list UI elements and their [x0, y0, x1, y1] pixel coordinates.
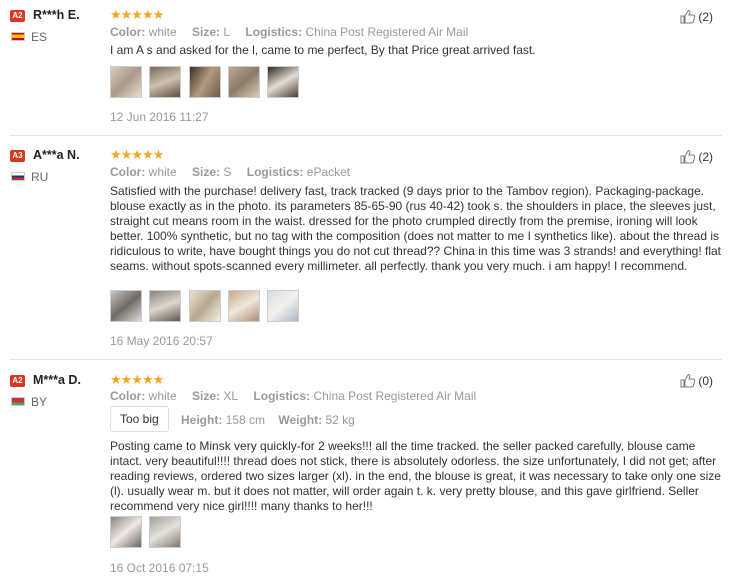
review-photos [110, 516, 185, 550]
weight-label: Weight: [278, 413, 323, 427]
review-date: 16 Oct 2016 07:15 [110, 561, 209, 575]
reviewer-name: M***a D. [33, 373, 81, 387]
review-photos [110, 290, 303, 324]
buyer-level-badge: A2 [10, 375, 25, 387]
buyer-level-badge: A3 [10, 150, 25, 162]
flag-icon [11, 172, 25, 181]
color-value: white [148, 25, 177, 39]
review-date: 12 Jun 2016 11:27 [110, 110, 209, 124]
size-label: Size: [192, 25, 221, 39]
fit-tag: Too big [110, 406, 169, 432]
helpful-button[interactable]: (0) [680, 373, 713, 388]
color-label: Color: [110, 165, 146, 179]
reviewer-country: ES [31, 30, 48, 44]
review-text: Satisfied with the purchase! delivery fa… [110, 184, 722, 273]
height-label: Height: [181, 413, 223, 427]
rating-stars: ★★★★★ [110, 147, 164, 162]
review-photo[interactable] [110, 516, 142, 548]
logistics-label: Logistics: [253, 389, 311, 403]
review-date: 16 May 2016 20:57 [110, 334, 213, 348]
color-label: Color: [110, 25, 146, 39]
flag-icon [11, 397, 25, 406]
height-value: 158 cm [225, 413, 266, 427]
helpful-button[interactable]: (2) [680, 9, 713, 24]
reviewer-name: R***h E. [33, 8, 80, 22]
review-divider [10, 135, 722, 136]
reviewer-name: A***a N. [33, 148, 80, 162]
review-photo[interactable] [188, 290, 221, 322]
logistics-value: China Post Registered Air Mail [313, 389, 477, 403]
review-photo[interactable] [149, 290, 182, 322]
size-value: L [223, 25, 231, 39]
helpful-count: (2) [698, 10, 713, 24]
size-value: XL [223, 389, 239, 403]
order-attributes: Color: white Size: S Logistics: ePacket [110, 165, 362, 179]
order-attributes: Color: white Size: L Logistics: China Po… [110, 25, 480, 39]
order-attributes: Color: white Size: XL Logistics: China P… [110, 389, 488, 403]
thumbs-up-icon [680, 149, 696, 164]
review-photo[interactable] [110, 66, 142, 98]
color-value: white [148, 165, 177, 179]
rating-stars: ★★★★★ [110, 372, 164, 387]
size-value: S [223, 165, 232, 179]
logistics-label: Logistics: [245, 25, 303, 39]
thumbs-up-icon [680, 9, 696, 24]
color-label: Color: [110, 389, 146, 403]
helpful-count: (0) [698, 374, 713, 388]
rating-stars: ★★★★★ [110, 7, 164, 22]
review-text: Posting came to Minsk very quickly-for 2… [110, 439, 721, 513]
size-label: Size: [192, 165, 221, 179]
review-photo[interactable] [149, 516, 182, 548]
review-photo[interactable] [149, 66, 182, 98]
review-photo[interactable] [267, 66, 300, 98]
review-photos [110, 66, 303, 100]
buyer-level-badge: A2 [10, 10, 25, 22]
logistics-value: China Post Registered Air Mail [305, 25, 469, 39]
weight-value: 52 kg [325, 413, 355, 427]
body-measurements: Height: 158 cm Weight: 52 kg [181, 413, 365, 427]
review-photo[interactable] [267, 290, 300, 322]
reviewer-country: RU [31, 170, 49, 184]
review-photo[interactable] [228, 290, 261, 322]
logistics-value: ePacket [306, 165, 351, 179]
helpful-count: (2) [698, 150, 713, 164]
size-label: Size: [192, 389, 221, 403]
color-value: white [148, 389, 177, 403]
review-divider [10, 359, 722, 360]
thumbs-up-icon [680, 373, 696, 388]
review-photo[interactable] [188, 66, 221, 98]
logistics-label: Logistics: [246, 165, 304, 179]
helpful-button[interactable]: (2) [680, 149, 713, 164]
flag-icon [11, 32, 25, 41]
reviewer-country: BY [31, 395, 48, 409]
review-photo[interactable] [228, 66, 261, 98]
review-text: I am A s and asked for the l, came to me… [110, 43, 536, 57]
review-photo[interactable] [110, 290, 142, 322]
